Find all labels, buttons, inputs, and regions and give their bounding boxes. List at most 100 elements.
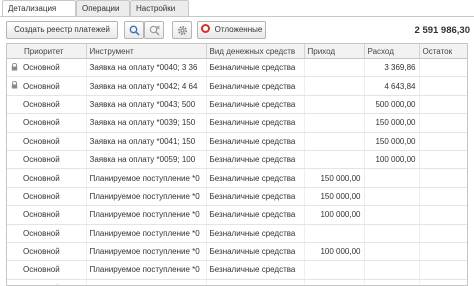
priority-cell: Основной — [21, 279, 87, 285]
priority-cell: Основной — [21, 132, 87, 151]
expense-cell: 3 369,86 — [364, 58, 420, 78]
search-clear-icon — [149, 25, 160, 36]
balance-cell — [419, 242, 467, 262]
balance-cell — [419, 168, 467, 188]
instrument-cell: Заявка на оплату *0042; 4 64 — [86, 76, 207, 96]
kind-cell: Безналичные средства — [206, 187, 305, 207]
header-income[interactable]: Приход — [304, 44, 365, 59]
kind-cell: Безналичные средства — [206, 150, 305, 170]
balance-cell — [419, 205, 467, 225]
priority-cell: Основной — [21, 113, 87, 133]
header-instrument[interactable]: Инструмент — [86, 44, 207, 59]
expense-cell — [364, 187, 420, 207]
balance-cell — [419, 113, 467, 133]
income-cell — [304, 113, 365, 133]
tab-operations[interactable]: Операции — [76, 0, 130, 16]
income-cell — [304, 76, 365, 96]
expense-cell — [364, 168, 420, 188]
lock-cell — [7, 260, 21, 280]
table-row[interactable]: Основной Заявка на оплату *0042; 4 64 Безн… — [7, 76, 467, 96]
kind-cell: Безналичные средства — [206, 113, 305, 133]
postponed-button[interactable]: Отложенные — [197, 21, 266, 39]
kind-cell: Безналичные средства — [206, 205, 305, 225]
header-kind[interactable]: Вид денежных средств — [206, 44, 305, 59]
kind-cell: Безналичные средства — [206, 279, 305, 285]
instrument-cell: Заявка на оплату *0039; 150 — [86, 113, 207, 133]
table-row[interactable]: ОсновнойПланируемое поступление *0Безнал… — [7, 260, 467, 280]
expense-cell: 150 000,00 — [364, 113, 420, 133]
table-row[interactable]: ОсновнойПланируемое поступление *0Безнал… — [7, 168, 467, 188]
balance-cell — [419, 95, 467, 115]
tab-settings[interactable]: Настройки — [130, 0, 189, 16]
table-header: Приоритет Инструмент Вид денежных средст… — [7, 44, 467, 59]
table-row[interactable]: Основной Заявка на оплату *0059; 100 Безна… — [7, 150, 467, 170]
tab-bar: Детализация (14) Операции Настройки — [0, 0, 474, 29]
lock-icon — [11, 62, 17, 71]
header-expense[interactable]: Расход — [364, 44, 420, 59]
table-row[interactable]: Основной Заявка на оплату *0041; 150 Безна… — [7, 132, 467, 151]
table-row[interactable]: ОсновнойПланируемое поступление *0Безнал… — [7, 187, 467, 207]
expense-cell: 150 000,00 — [364, 132, 420, 151]
balance-cell — [419, 260, 467, 280]
kind-cell: Безналичные средства — [206, 224, 305, 243]
lock-cell — [7, 132, 21, 151]
balance-cell — [419, 187, 467, 207]
income-cell: 100 000,00 — [304, 242, 365, 262]
priority-cell: Основной — [21, 168, 87, 188]
expense-cell — [364, 205, 420, 225]
toolbar: Создать реестр платежей Отложенные 2 591… — [0, 17, 474, 43]
balance-cell — [419, 150, 467, 170]
create-registry-button[interactable]: Создать реестр платежей — [6, 21, 118, 39]
kind-cell: Безналичные средства — [206, 168, 305, 188]
lock-cell — [7, 279, 21, 285]
kind-cell: Безналичные средства — [206, 132, 305, 151]
income-cell — [304, 224, 365, 243]
lock-cell — [7, 224, 21, 243]
table-row[interactable]: Основной Заявка на оплату *0040; 3 36 Безн… — [7, 58, 467, 78]
cancel-search-button[interactable] — [144, 21, 164, 39]
income-cell — [304, 58, 365, 78]
tab-details[interactable]: Детализация (14) — [2, 0, 76, 29]
gear-icon — [177, 26, 187, 35]
lock-cell — [7, 58, 21, 78]
header-priority[interactable]: Приоритет — [21, 44, 87, 59]
income-cell: 150 000,00 — [304, 168, 365, 188]
instrument-cell: Планируемое поступление *0 — [86, 242, 207, 262]
search-button[interactable] — [124, 21, 144, 39]
balance-cell — [419, 58, 467, 78]
instrument-cell: Заявка на оплату *0059; 100 — [86, 150, 207, 170]
income-cell: 100 000,00 — [304, 205, 365, 225]
expense-cell — [364, 242, 420, 262]
instrument-cell: Заявка на оплату *0043; 500 — [86, 95, 207, 115]
settings-button[interactable] — [172, 21, 192, 39]
table-row[interactable]: ОсновнойПланируемое поступление *0Безнал… — [7, 224, 467, 243]
expense-cell — [364, 279, 420, 285]
instrument-cell: Планируемое поступление *0 — [86, 279, 207, 285]
income-cell — [304, 260, 365, 280]
priority-cell: Основной — [21, 187, 87, 207]
instrument-cell: Планируемое поступление *0 — [86, 224, 207, 243]
table-row[interactable]: ОсновнойПланируемое поступление *0Безнал… — [7, 279, 467, 285]
search-icon — [129, 25, 140, 36]
instrument-cell: Планируемое поступление *0 — [86, 168, 207, 188]
priority-cell: Основной — [21, 76, 87, 96]
income-cell: 500 000,00 — [304, 279, 365, 285]
instrument-cell: Заявка на оплату *0041; 150 — [86, 132, 207, 151]
stop-icon — [200, 24, 210, 33]
table-row[interactable]: Основной Заявка на оплату *0043; 500 Безна… — [7, 95, 467, 115]
balance-cell — [419, 279, 467, 285]
header-balance[interactable]: Остаток — [419, 44, 467, 59]
table-row[interactable]: ОсновнойПланируемое поступление *0Безнал… — [7, 242, 467, 262]
lock-cell — [7, 242, 21, 262]
expense-cell: 4 643,84 — [364, 76, 420, 96]
expense-cell — [364, 224, 420, 243]
income-cell — [304, 95, 365, 115]
expense-cell — [364, 260, 420, 280]
total-amount: 2 591 986,30 — [414, 25, 470, 36]
table-row[interactable]: Основной Заявка на оплату *0039; 150 Безна… — [7, 113, 467, 133]
lock-cell — [7, 205, 21, 225]
table-row[interactable]: ОсновнойПланируемое поступление *0Безнал… — [7, 205, 467, 225]
expense-cell: 100 000,00 — [364, 150, 420, 170]
kind-cell: Безналичные средства — [206, 58, 305, 78]
lock-cell — [7, 76, 21, 96]
